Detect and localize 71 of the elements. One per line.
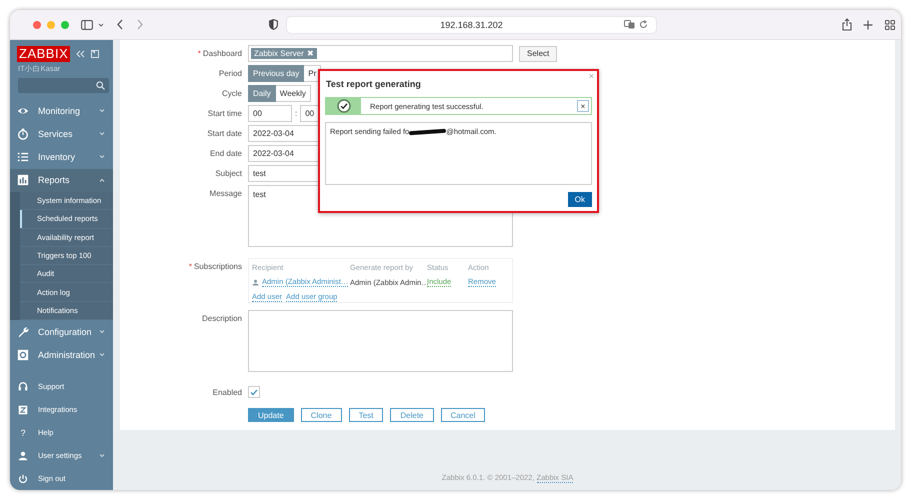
- chevron-icon[interactable]: [98, 22, 104, 26]
- description-field[interactable]: [248, 310, 513, 372]
- list-icon: [17, 151, 29, 164]
- form-button[interactable]: Delete: [390, 408, 434, 422]
- form-button[interactable]: Update: [248, 408, 294, 422]
- dashboard-tag: Zabbix Server ✖: [251, 48, 317, 59]
- logo[interactable]: ZABBIX: [17, 46, 70, 62]
- option-button[interactable]: Weekly: [276, 85, 311, 102]
- form-button[interactable]: Clone: [300, 408, 342, 422]
- chevron-icon: [99, 178, 105, 182]
- bar-chart-icon: [17, 174, 29, 186]
- ok-button[interactable]: Ok: [568, 192, 592, 207]
- chevron-icon: [99, 109, 105, 114]
- chevron-icon: [99, 132, 105, 136]
- field-label: Subject: [214, 168, 242, 180]
- menu-item[interactable]: Monitoring: [10, 100, 113, 123]
- menu-item[interactable]: Administration: [10, 343, 113, 366]
- sidebar-icon[interactable]: [81, 20, 93, 30]
- field-label: End date: [208, 148, 242, 160]
- hours-field[interactable]: 00: [248, 105, 292, 122]
- chevron-icon: [99, 155, 105, 160]
- address-bar[interactable]: 192.168.31.202: [286, 16, 657, 34]
- translate-icon[interactable]: [624, 20, 635, 28]
- headset-icon: [17, 380, 29, 392]
- search-field[interactable]: [18, 78, 109, 93]
- chevron-icon: [99, 454, 105, 458]
- menu-item[interactable]: Inventory: [10, 146, 113, 169]
- user-icon: [252, 278, 259, 286]
- remove-icon[interactable]: ✖: [306, 49, 314, 58]
- menu-item[interactable]: Services: [10, 122, 113, 146]
- power-icon: [17, 472, 29, 484]
- field-label: Message: [208, 188, 242, 200]
- user-icon: [17, 450, 29, 462]
- dashboard-field[interactable]: Zabbix Server ✖: [248, 45, 513, 62]
- field-label: * Subscriptions: [188, 261, 242, 273]
- collapse-icon[interactable]: [76, 50, 86, 58]
- chevron-icon: [99, 352, 105, 356]
- form-button[interactable]: Test: [348, 408, 384, 422]
- close-window-button[interactable]: [33, 20, 41, 28]
- select-button[interactable]: Select: [519, 46, 558, 62]
- close-button[interactable]: ×: [588, 71, 594, 81]
- field-label: Enabled: [212, 387, 242, 399]
- field-label: Cycle: [220, 88, 242, 100]
- field-label: Start time: [206, 108, 242, 120]
- field-label: Description: [200, 313, 242, 325]
- back-icon[interactable]: [117, 19, 123, 30]
- stopwatch-icon: [17, 128, 29, 140]
- field-label: * Dashboard: [196, 48, 242, 60]
- plus-icon[interactable]: [863, 20, 873, 30]
- integrations-icon: [17, 404, 29, 416]
- option-button[interactable]: Daily: [248, 85, 276, 102]
- help-icon: ?: [17, 428, 29, 438]
- close-button[interactable]: ×: [577, 100, 589, 112]
- wrench-icon: [17, 326, 29, 338]
- dialog-title: Test report generating: [325, 78, 422, 91]
- chevron-icon: [99, 330, 105, 334]
- time-separator: :: [295, 109, 298, 118]
- field-label: Period: [218, 68, 242, 80]
- share-icon[interactable]: [842, 18, 852, 31]
- redaction-mark: [409, 128, 446, 136]
- menu-item[interactable]: Configuration: [10, 320, 113, 343]
- check-icon: [336, 99, 350, 113]
- option-button[interactable]: Previous day: [248, 65, 304, 82]
- search-icon: [96, 80, 105, 90]
- menu-item[interactable]: Reports: [10, 168, 113, 192]
- field-label: Start date: [206, 128, 242, 140]
- enabled-checkbox[interactable]: [248, 386, 260, 398]
- shield-icon[interactable]: [269, 19, 278, 30]
- grid-icon[interactable]: [885, 20, 895, 30]
- form-button[interactable]: Cancel: [440, 408, 486, 422]
- reload-icon[interactable]: [639, 20, 648, 28]
